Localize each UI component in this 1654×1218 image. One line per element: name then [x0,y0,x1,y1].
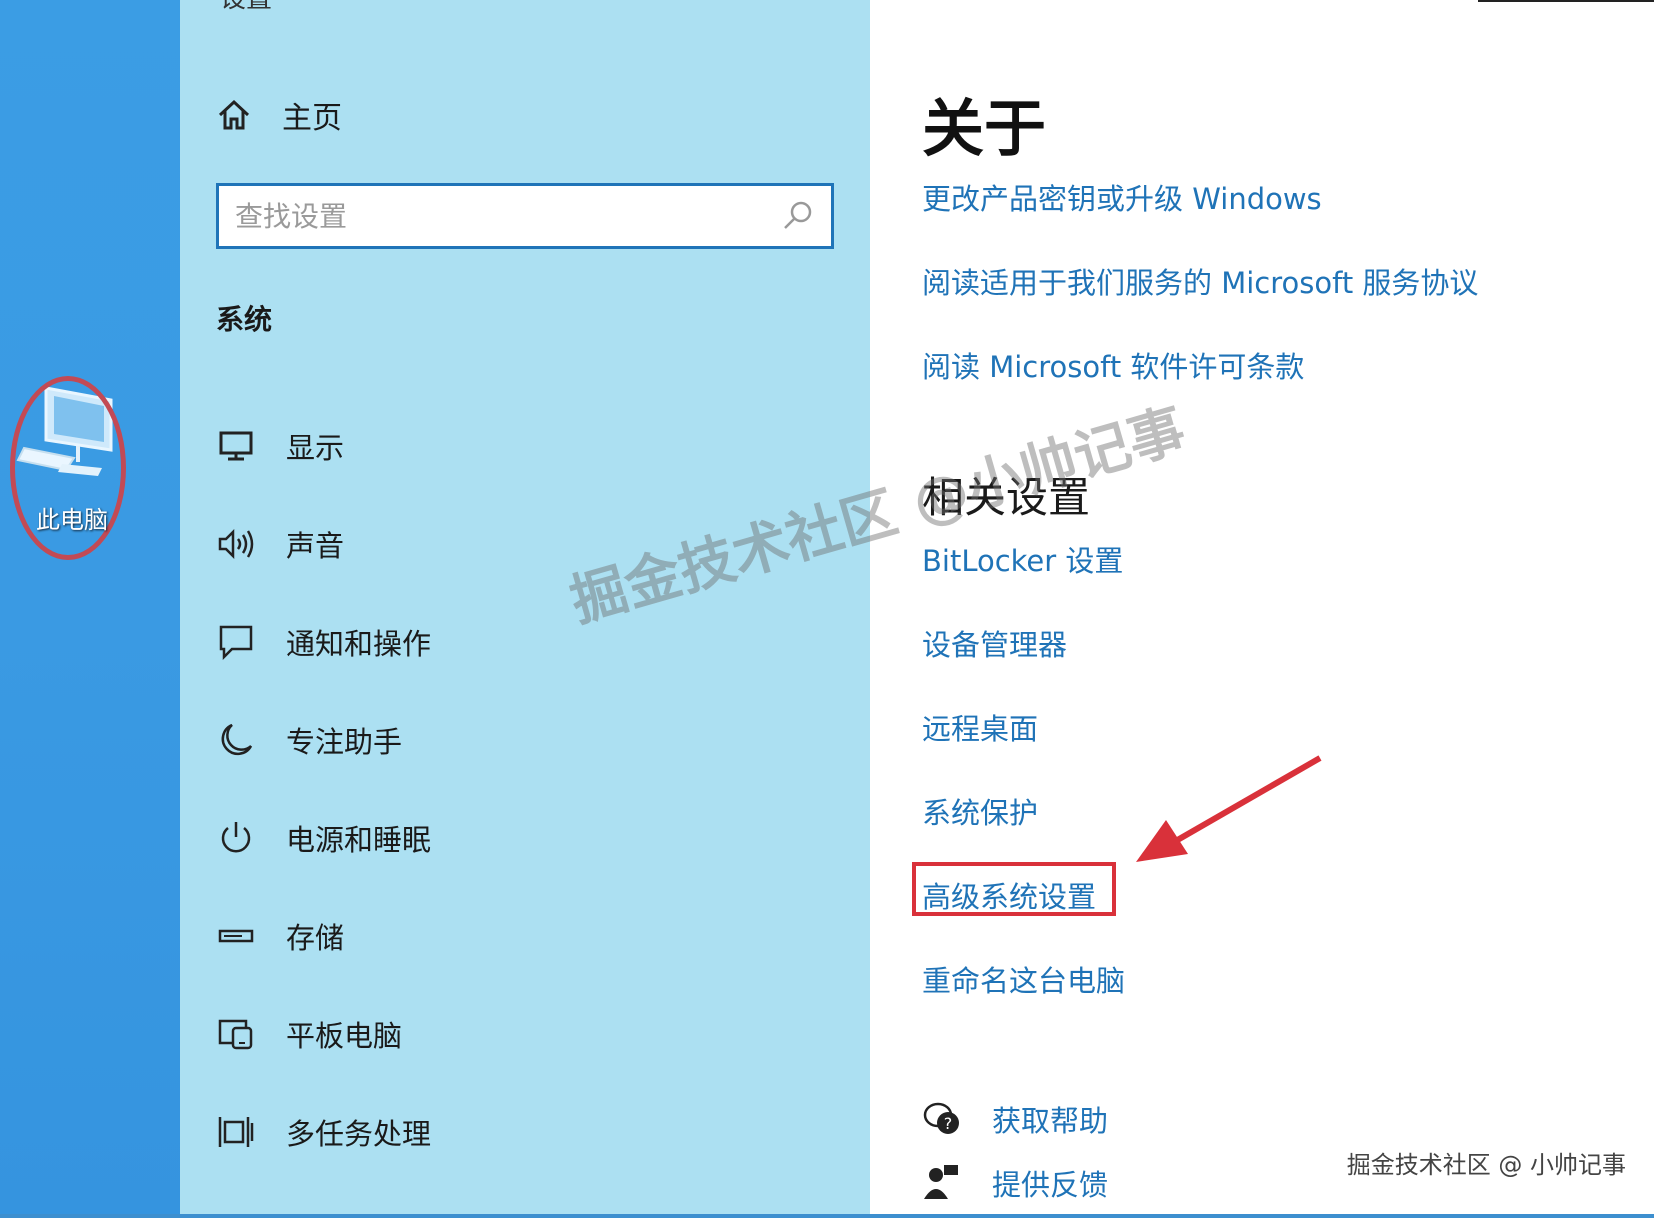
nav-item-label: 多任务处理 [286,1117,432,1151]
link-device-manager[interactable]: 设备管理器 [922,622,1067,664]
nav-item-focus-assist[interactable]: 专注助手 [216,712,816,768]
get-help-label: 获取帮助 [992,1104,1109,1138]
svg-text:?: ? [944,1114,953,1133]
this-pc-label: 此电脑 [36,506,108,534]
advanced-settings-highlight-box [912,862,1116,916]
link-software-license-terms[interactable]: 阅读 Microsoft 软件许可条款 [922,344,1304,386]
nav-item-label: 声音 [286,529,345,563]
nav-item-label: 通知和操作 [286,627,432,661]
nav-item-storage[interactable]: 存储 [216,908,816,964]
link-microsoft-services-agreement[interactable]: 阅读适用于我们服务的 Microsoft 服务协议 [922,260,1478,302]
search-box[interactable] [216,183,834,249]
nav-home-label: 主页 [282,101,342,136]
nav-item-multitasking[interactable]: 多任务处理 [216,1104,816,1160]
section-heading-system: 系统 [216,303,273,336]
desktop-background: 此电脑 [0,0,180,1218]
get-help-row[interactable]: ? 获取帮助 [922,1098,1108,1140]
tablet-icon [216,1014,256,1054]
about-content-pane: 关于 更改产品密钥或升级 Windows 阅读适用于我们服务的 Microsof… [870,0,1654,1218]
power-icon [216,818,256,858]
home-icon [218,99,250,130]
page-title: 关于 [922,92,1047,165]
nav-item-label: 专注助手 [286,725,403,759]
speaker-icon [216,524,256,564]
monitor-icon [216,426,256,466]
corner-watermark: 掘金技术社区 @ 小帅记事 [1346,1151,1626,1179]
nav-item-power-sleep[interactable]: 电源和睡眠 [216,810,816,866]
help-chat-icon: ? [923,1102,959,1134]
give-feedback-row[interactable]: 提供反馈 [922,1162,1108,1204]
nav-item-label: 存储 [286,921,345,955]
nav-item-label: 电源和睡眠 [286,823,432,857]
feedback-person-icon [924,1165,958,1199]
give-feedback-label: 提供反馈 [992,1168,1109,1202]
nav-item-label: 平板电脑 [286,1019,403,1053]
storage-icon [216,916,256,956]
top-border-fragment [1478,0,1654,2]
settings-title: 设置 [220,0,272,15]
search-icon[interactable] [777,196,817,236]
nav-item-display[interactable]: 显示 [216,418,816,474]
moon-icon [216,720,256,760]
nav-item-notifications[interactable]: 通知和操作 [216,614,816,670]
multitask-icon [216,1112,256,1152]
settings-nav-pane: 设置 主页 系统 显示 声音 [180,0,870,1218]
notification-icon [216,622,256,662]
link-rename-pc[interactable]: 重命名这台电脑 [922,958,1125,1000]
link-system-protection[interactable]: 系统保护 [922,790,1038,832]
nav-item-tablet[interactable]: 平板电脑 [216,1006,816,1062]
nav-home-item[interactable]: 主页 [216,90,342,140]
link-remote-desktop[interactable]: 远程桌面 [922,706,1038,748]
link-change-product-key[interactable]: 更改产品密钥或升级 Windows [922,176,1322,218]
pointer-arrow [1136,755,1322,862]
search-input[interactable] [233,190,777,242]
bottom-border [0,1214,1654,1218]
link-bitlocker-settings[interactable]: BitLocker 设置 [922,538,1123,580]
nav-item-label: 显示 [286,431,345,465]
